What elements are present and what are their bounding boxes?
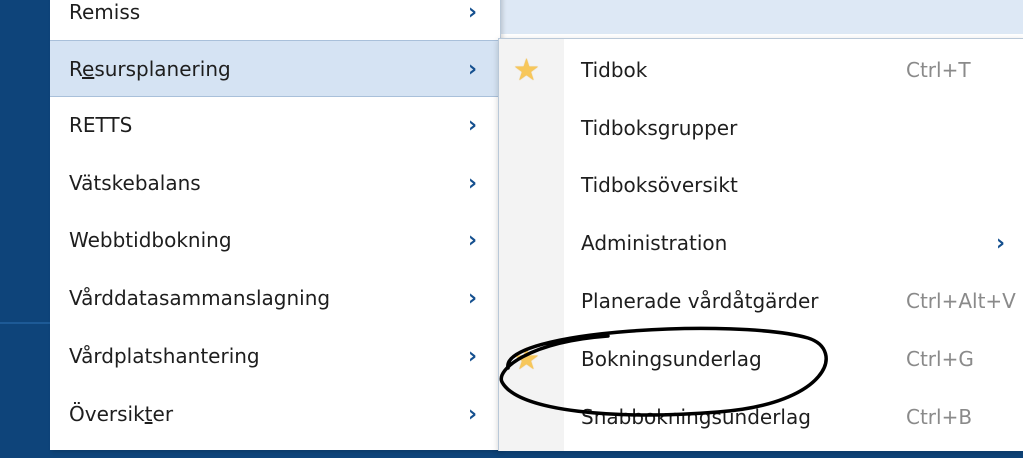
sub-item-planerade-vardatgarder[interactable]: Planerade vårdåtgärder Ctrl+Alt+V [499,273,1023,330]
menu-item-label: Vårdplatshantering [69,344,260,368]
menu-item-vardplatshantering[interactable]: Vårdplatshantering › [50,328,499,385]
sub-menu: ★ Tidbok Ctrl+T Tidboksgrupper Tidboksöv… [498,38,1023,451]
sub-item-label: Tidbok [581,58,648,82]
star-icon[interactable]: ★ [513,331,540,388]
sub-item-label: Tidboksgrupper [581,116,738,140]
menu-item-remiss[interactable]: Remiss › [50,0,499,41]
main-menu: Remiss › Resursplanering › RETTS › Vätsk… [50,0,501,450]
sub-item-bokningsunderlag[interactable]: ★ Bokningsunderlag Ctrl+G [499,331,1023,388]
sub-item-label: Snabbokningsunderlag [581,405,811,429]
menu-item-retts[interactable]: RETTS › [50,97,499,154]
sub-item-tidboksgrupper[interactable]: Tidboksgrupper [499,100,1023,157]
app-sidebar [0,0,52,458]
chevron-right-icon: › [468,57,478,82]
sub-item-label: Planerade vårdåtgärder [581,289,819,313]
chevron-right-icon: › [468,113,478,138]
shortcut-label: Ctrl+B [906,405,973,429]
mnemonic-letter: e [82,57,95,81]
menu-item-label: Vätskebalans [69,171,201,195]
menu-item-label: Webbtidbokning [69,228,232,252]
chevron-right-icon: › [468,171,478,196]
menu-item-label: RETTS [69,113,133,137]
star-icon[interactable]: ★ [513,42,540,99]
menu-item-label: Översikter [69,402,174,426]
menu-item-varddatasammanslagning[interactable]: Vårddatasammanslagning › [50,270,499,327]
menu-item-label: Resursplanering [69,57,231,81]
menu-item-oversikter[interactable]: Översikter › [50,386,499,443]
menu-item-resursplanering[interactable]: Resursplanering › [50,40,499,97]
sub-item-tidboksoversikt[interactable]: Tidboksöversikt [499,157,1023,214]
menu-item-label: Vårddatasammanslagning [69,286,331,310]
chevron-right-icon: › [468,402,478,427]
app-bottom-bar [52,450,1023,458]
shortcut-label: Ctrl+Alt+V [906,289,1016,313]
sub-item-administration[interactable]: Administration › [499,215,1023,272]
sub-item-label: Administration [581,231,728,255]
sidebar-divider [0,322,52,324]
shortcut-label: Ctrl+T [906,58,971,82]
chevron-right-icon: › [468,286,478,311]
mnemonic-letter: t [144,402,153,426]
app-background-panel [500,0,1023,34]
chevron-right-icon: › [468,344,478,369]
menu-item-webbtidbokning[interactable]: Webbtidbokning › [50,212,499,269]
shortcut-label: Ctrl+G [906,347,974,371]
chevron-right-icon: › [468,0,478,25]
sub-item-label: Bokningsunderlag [581,347,762,371]
sub-item-tidbok[interactable]: ★ Tidbok Ctrl+T [499,42,1023,99]
sub-item-snabbokningsunderlag[interactable]: Snabbokningsunderlag Ctrl+B [499,389,1023,446]
chevron-right-icon: › [996,231,1006,256]
menu-item-vatskebalans[interactable]: Vätskebalans › [50,155,499,212]
chevron-right-icon: › [468,228,478,253]
menu-item-label: Remiss [69,0,141,24]
sub-item-label: Tidboksöversikt [581,173,738,197]
